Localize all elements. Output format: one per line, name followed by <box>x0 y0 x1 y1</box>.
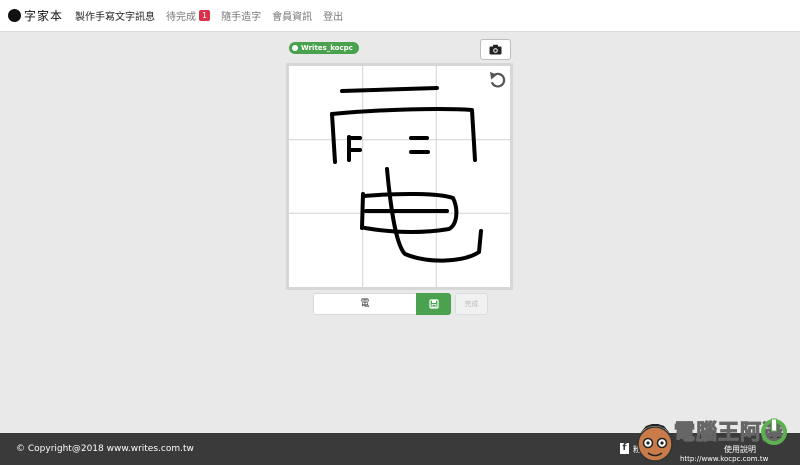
nav-item-create-message[interactable]: 製作手寫文字訊息 <box>75 8 155 23</box>
camera-icon <box>489 44 502 55</box>
logo-text: 字家本 <box>24 9 64 23</box>
nav-item-label: 隨手造字 <box>221 12 262 23</box>
undo-icon[interactable] <box>488 71 508 89</box>
user-tag-label: Writes_kocpc <box>301 44 353 52</box>
pending-count-badge: 1 <box>199 10 211 21</box>
nav-item-label: 登出 <box>323 12 344 23</box>
nav-item-member-info[interactable]: 會員資訊 <box>272 8 312 23</box>
nav-item-label: 待完成 <box>166 12 197 23</box>
user-dot-icon <box>292 45 298 51</box>
facebook-icon[interactable]: f <box>620 443 629 454</box>
mascot-icon <box>637 424 673 462</box>
nav-item-pending[interactable]: 待完成 1 <box>166 8 211 23</box>
copyright-text: © Copyright@2018 www.writes.com.tw <box>16 444 194 454</box>
answer-input[interactable]: 電 <box>313 293 416 315</box>
save-button[interactable] <box>416 293 451 315</box>
drawing-canvas[interactable] <box>289 66 510 287</box>
nav-item-label: 會員資訊 <box>272 12 313 23</box>
top-navbar: 字家本 製作手寫文字訊息 待完成 1 隨手造字 會員資訊 登出 <box>0 0 800 32</box>
site-logo[interactable]: 字家本 <box>8 7 63 24</box>
save-icon <box>428 299 439 309</box>
power-icon <box>761 418 787 445</box>
camera-button[interactable] <box>480 39 511 60</box>
done-button[interactable]: 完成 <box>455 293 488 315</box>
handwritten-strokes <box>330 86 483 263</box>
logo-mark-icon <box>8 9 21 22</box>
nav-item-logout[interactable]: 登出 <box>323 8 343 23</box>
watermark: 電腦王阿達 http://www.kocpc.com.tw <box>636 412 800 465</box>
nav-item-quick-create[interactable]: 隨手造字 <box>221 8 261 23</box>
nav-item-label: 製作手寫文字訊息 <box>75 12 156 23</box>
canvas-grid-and-strokes <box>289 66 510 287</box>
drawing-canvas-frame <box>286 63 513 290</box>
user-tag: Writes_kocpc <box>289 42 359 54</box>
watermark-url: http://www.kocpc.com.tw <box>680 455 769 463</box>
